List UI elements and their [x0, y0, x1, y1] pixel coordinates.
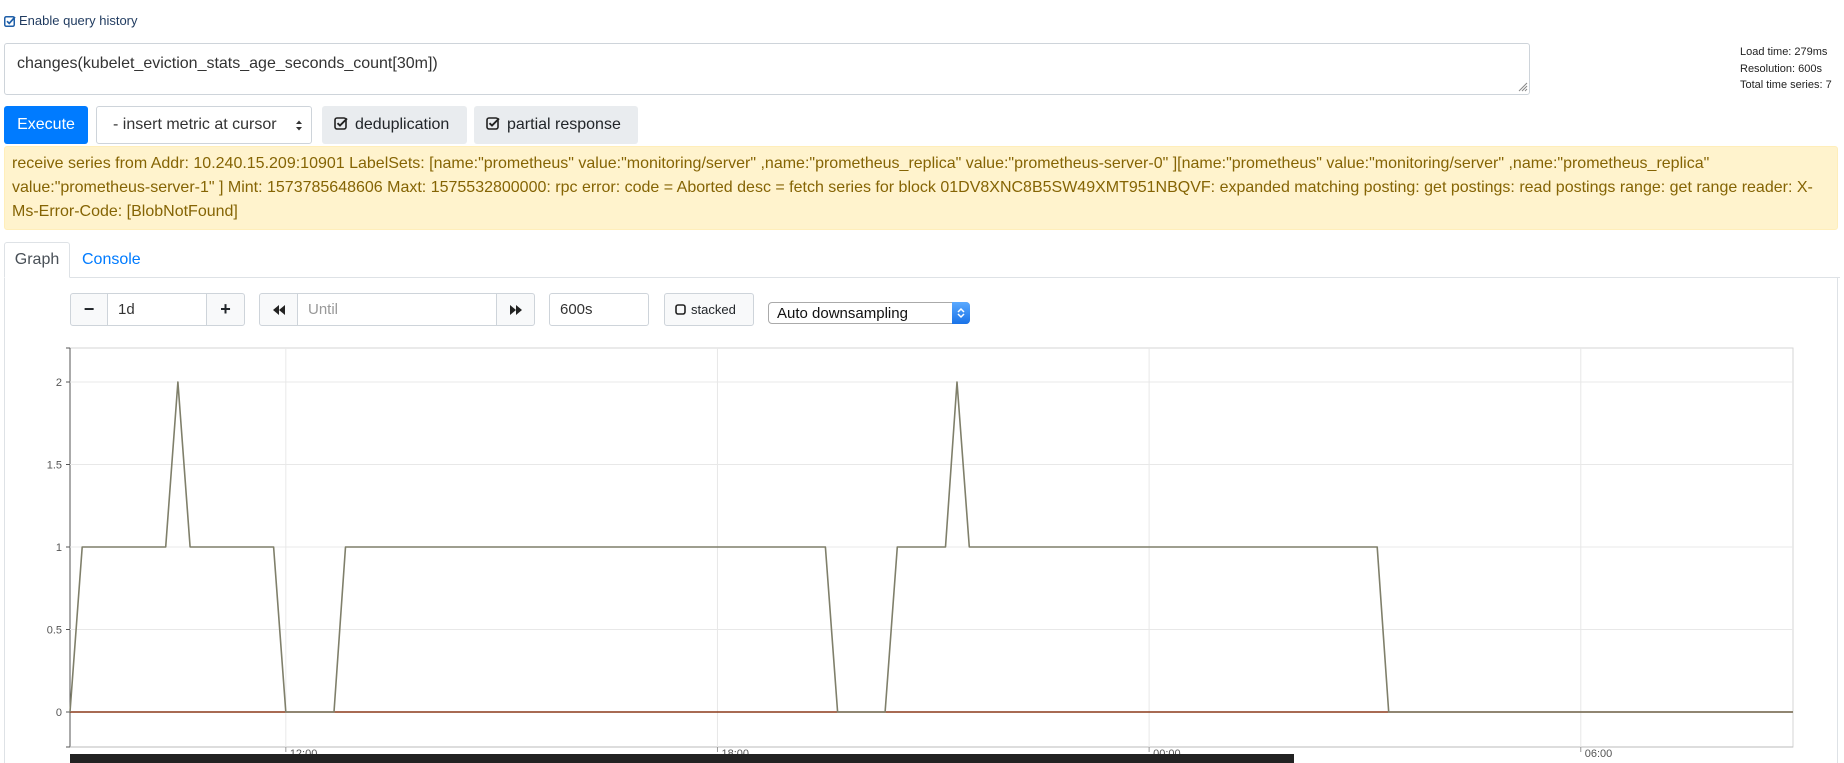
- checkbox-checked-icon: [334, 116, 348, 135]
- range-input[interactable]: 1d: [107, 293, 207, 326]
- minus-icon: −: [83, 299, 95, 319]
- range-increase-button[interactable]: +: [206, 293, 245, 326]
- tab-console[interactable]: Console: [82, 242, 162, 278]
- checkbox-checked-icon: [486, 116, 500, 135]
- total-series-stat: Total time series: 7: [1740, 79, 1832, 91]
- deduplication-label: deduplication: [355, 116, 450, 133]
- query-stats: Load time: 279ms Resolution: 600s Total …: [1740, 44, 1832, 94]
- query-history-label: Enable query history: [19, 13, 138, 28]
- expression-input[interactable]: changes(kubelet_eviction_stats_age_secon…: [4, 43, 1530, 95]
- graph-panel: [4, 277, 1838, 763]
- stacked-label: stacked: [691, 302, 736, 317]
- deduplication-toggle[interactable]: deduplication: [322, 106, 467, 144]
- load-time: Load time: 279ms: [1740, 46, 1828, 58]
- fast-forward-icon: [509, 304, 522, 315]
- select-arrows-icon: [296, 120, 302, 131]
- partial-response-label: partial response: [507, 116, 621, 133]
- legend-bar: [70, 754, 1294, 763]
- rewind-icon: [272, 304, 285, 315]
- resize-grip-icon[interactable]: [1518, 82, 1528, 92]
- tab-graph[interactable]: Graph: [4, 242, 70, 278]
- insert-metric-select[interactable]: - insert metric at cursor: [96, 106, 312, 144]
- downsampling-value: Auto downsampling: [777, 304, 908, 322]
- time-back-button[interactable]: [259, 293, 298, 326]
- partial-response-toggle[interactable]: partial response: [474, 106, 638, 144]
- time-forward-button[interactable]: [496, 293, 535, 326]
- stacked-toggle[interactable]: stacked: [664, 293, 754, 326]
- checkbox-unchecked-icon: [675, 304, 686, 315]
- checkbox-checked-icon: [4, 15, 16, 27]
- insert-metric-label: - insert metric at cursor: [113, 116, 277, 133]
- resolution-input[interactable]: 600s: [549, 293, 649, 326]
- execute-button[interactable]: Execute: [4, 106, 88, 144]
- query-history-toggle[interactable]: Enable query history: [4, 13, 138, 28]
- range-decrease-button[interactable]: −: [70, 293, 108, 326]
- resolution-stat: Resolution: 600s: [1740, 62, 1822, 75]
- until-input[interactable]: Until: [297, 293, 497, 326]
- plus-icon: +: [220, 299, 231, 319]
- select-arrows-icon: [952, 302, 970, 324]
- downsampling-select[interactable]: Auto downsampling: [768, 302, 970, 324]
- error-alert: receive series from Addr: 10.240.15.209:…: [4, 146, 1838, 230]
